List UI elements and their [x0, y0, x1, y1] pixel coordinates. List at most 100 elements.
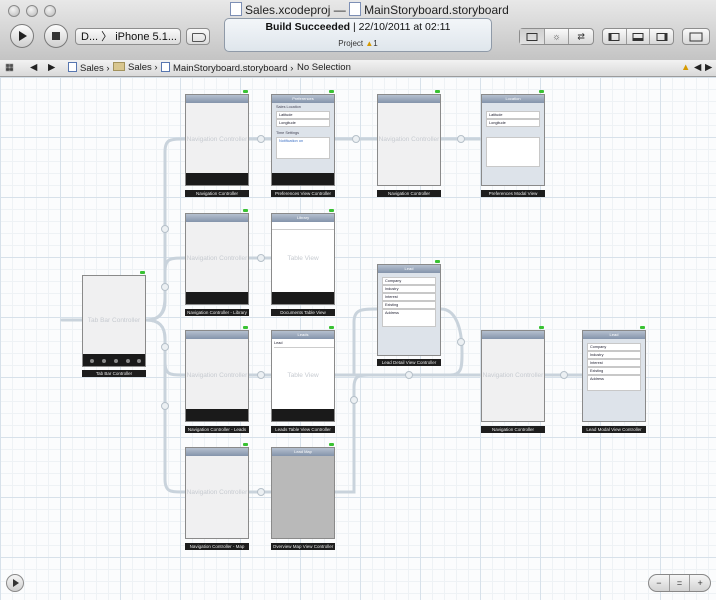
- segue-circle[interactable]: [161, 225, 169, 233]
- scene-ghost-title: Navigation Controller: [482, 371, 544, 379]
- zoom-out-button[interactable]: −: [649, 575, 670, 591]
- tab-bar: [272, 173, 334, 185]
- nav-bar: Location: [482, 95, 544, 103]
- segue-circle[interactable]: [350, 396, 358, 404]
- activity-project: Project: [338, 39, 364, 48]
- table-row: Interest: [382, 293, 436, 301]
- nav-bar: [186, 214, 248, 222]
- scene-screen: Tab Bar Controller: [82, 275, 146, 367]
- table-row: Interest: [587, 359, 641, 367]
- activity-issues[interactable]: Project ▲1: [225, 39, 491, 48]
- previous-issue-icon[interactable]: ◀: [694, 62, 701, 73]
- scene-screen: Lead Company Industry Interest Existing …: [582, 330, 646, 422]
- scene-lead-modal[interactable]: Lead Company Industry Interest Existing …: [582, 326, 646, 434]
- scene-navigation-controller-library[interactable]: Navigation Controller Navigation Control…: [185, 209, 249, 317]
- back-arrow-icon[interactable]: ◀: [30, 62, 37, 73]
- breakpoints-button[interactable]: [186, 28, 210, 45]
- stop-button[interactable]: [44, 24, 68, 48]
- breadcrumb-group[interactable]: Sales ›: [113, 62, 158, 73]
- scene-screen: Navigation Controller: [185, 94, 249, 186]
- standard-editor-button[interactable]: [520, 29, 545, 44]
- breadcrumb-project[interactable]: Sales ›: [68, 62, 110, 74]
- zoom-fit-button[interactable]: =: [670, 575, 691, 591]
- activity-status: Build Succeeded: [265, 21, 351, 33]
- scene-label: Lead Modal View Controller: [582, 426, 646, 433]
- tab-bar: [186, 173, 248, 185]
- utilities-panel-button[interactable]: [650, 29, 673, 44]
- minimize-window-button[interactable]: [26, 5, 38, 17]
- breadcrumb-file-label: MainStoryboard.storyboard: [173, 63, 288, 74]
- segue-circle[interactable]: [257, 371, 265, 379]
- table-row: Company: [382, 277, 436, 285]
- warning-nav-icon[interactable]: ▲: [681, 62, 690, 73]
- zoom-in-icon: +: [697, 577, 703, 588]
- scene-navigation-controller-map[interactable]: Navigation Controller Navigation Control…: [185, 443, 249, 551]
- nav-title: Location: [505, 96, 521, 101]
- segue-circle[interactable]: [161, 283, 169, 291]
- scene-lead-detail[interactable]: Lead Company Industry Interest Existing …: [377, 260, 441, 368]
- scene-tab-bar-controller[interactable]: Tab Bar Controller Tab Bar Controller: [82, 271, 146, 377]
- breadcrumb-file[interactable]: MainStoryboard.storyboard ›: [161, 62, 293, 74]
- scene-label: Lead Detail View Controller: [377, 359, 441, 366]
- table-row: Industry: [587, 351, 641, 359]
- table-row: Existing: [587, 367, 641, 375]
- window-title: Sales.xcodeproj — MainStoryboard.storybo…: [230, 2, 509, 17]
- segue-circle[interactable]: [161, 402, 169, 410]
- scene-documents-table-view[interactable]: Library Table View Documents Table View: [271, 209, 335, 317]
- section-header: Sales Location: [276, 105, 301, 109]
- storyboard-icon: [161, 62, 170, 72]
- breadcrumb-selection[interactable]: No Selection: [297, 62, 351, 73]
- segue-circle[interactable]: [457, 338, 465, 346]
- scene-navigation-controller[interactable]: Navigation Controller Navigation Control…: [377, 90, 441, 198]
- nav-bar: [186, 448, 248, 456]
- nav-bar: [186, 331, 248, 339]
- scene-ghost-title: Navigation Controller: [186, 371, 248, 379]
- next-issue-icon[interactable]: ▶: [705, 62, 712, 73]
- standard-editor-icon: [526, 32, 538, 41]
- table-row: Notification on: [276, 137, 330, 159]
- document-outline-toggle[interactable]: [6, 574, 24, 592]
- assistant-editor-button[interactable]: ☼: [545, 29, 570, 44]
- assistant-editor-icon: ☼: [552, 31, 561, 41]
- nav-title: Lead Map: [294, 449, 312, 454]
- nav-bar: Lead Map: [272, 448, 334, 456]
- debug-panel-button[interactable]: [627, 29, 651, 44]
- run-button[interactable]: [10, 24, 34, 48]
- scene-navigation-controller-leads[interactable]: Navigation Controller Navigation Control…: [185, 326, 249, 434]
- scene-leads-table-view[interactable]: Leads Lead Table View Leads Table View C…: [271, 326, 335, 434]
- related-items-icon[interactable]: ▦: [5, 62, 14, 73]
- segue-circle[interactable]: [257, 135, 265, 143]
- scene-overview-map[interactable]: Lead Map Overview Map View Controller: [271, 443, 335, 551]
- segue-circle[interactable]: [560, 371, 568, 379]
- scheme-selector[interactable]: D... 〉 iPhone 5.1...: [75, 28, 181, 45]
- zoom-in-button[interactable]: +: [690, 575, 710, 591]
- scene-navigation-controller[interactable]: Navigation Controller Navigation Control…: [481, 326, 545, 434]
- storyboard-canvas[interactable]: Tab Bar Controller Tab Bar Controller Na…: [0, 77, 716, 600]
- segue-circle[interactable]: [257, 488, 265, 496]
- tab-bar: [272, 292, 334, 304]
- activity-viewer: Build Succeeded | 22/10/2011 at 02:11 Pr…: [224, 18, 492, 52]
- scene-ghost-title: Navigation Controller: [186, 135, 248, 143]
- zoom-window-button[interactable]: [44, 5, 56, 17]
- breadcrumb-project-label: Sales: [80, 63, 104, 74]
- version-editor-button[interactable]: ⇄: [569, 29, 593, 44]
- scene-preferences-modal[interactable]: Location Latitude Longitude Preferences …: [481, 90, 545, 198]
- segue-circle[interactable]: [405, 371, 413, 379]
- scene-ghost-title: Navigation Controller: [378, 135, 440, 143]
- navigator-panel-button[interactable]: [603, 29, 627, 44]
- warning-count: 1: [373, 39, 378, 48]
- table-row: Lead: [274, 340, 334, 348]
- segue-circle[interactable]: [352, 135, 360, 143]
- close-window-button[interactable]: [8, 5, 20, 17]
- segue-circle[interactable]: [457, 135, 465, 143]
- scene-dock: [640, 326, 645, 329]
- table-row: Address: [382, 309, 436, 327]
- segue-circle[interactable]: [257, 254, 265, 262]
- scene-preferences[interactable]: Preferences Sales Location Latitude Long…: [271, 90, 335, 198]
- forward-arrow-icon[interactable]: ▶: [48, 62, 55, 73]
- scene-navigation-controller[interactable]: Navigation Controller Navigation Control…: [185, 90, 249, 198]
- segue-leads-detail: [333, 307, 379, 377]
- segue-circle[interactable]: [161, 343, 169, 351]
- organizer-button[interactable]: [682, 28, 710, 45]
- scene-screen: Preferences Sales Location Latitude Long…: [271, 94, 335, 186]
